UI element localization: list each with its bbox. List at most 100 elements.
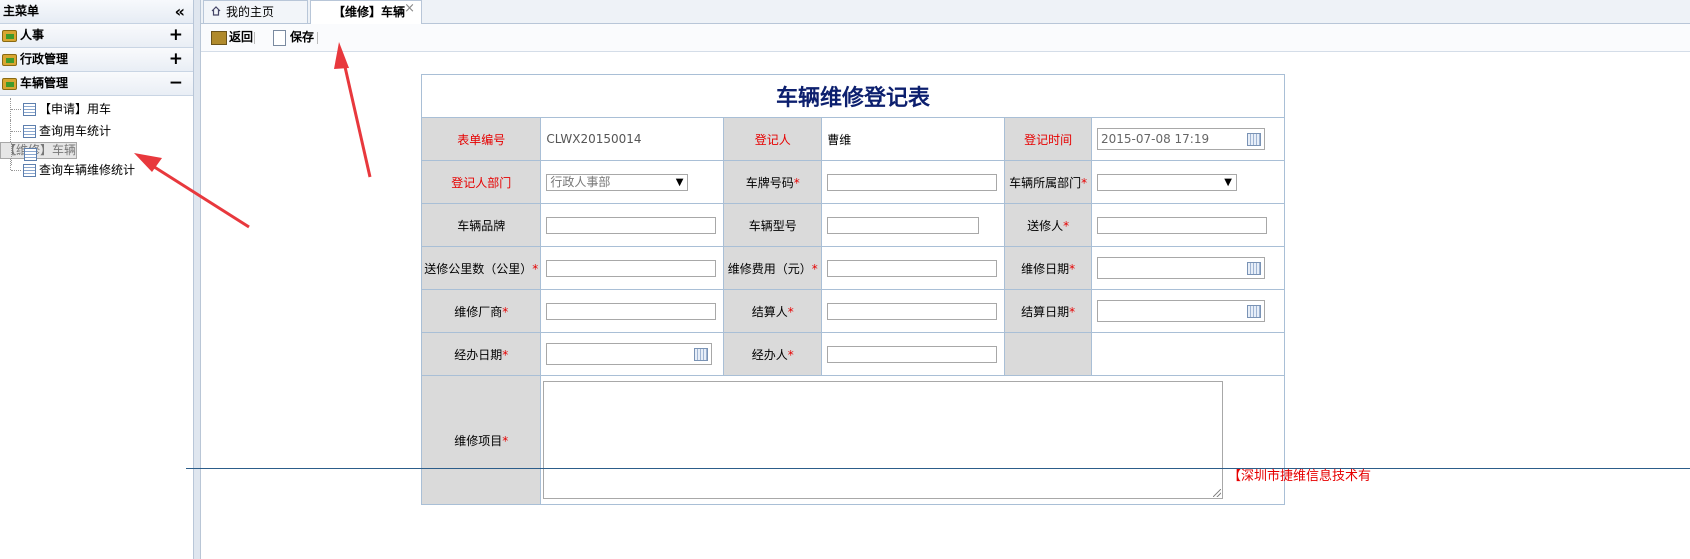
sender-label: 送修人 bbox=[1027, 218, 1064, 233]
repair-date-field[interactable] bbox=[1096, 257, 1265, 279]
tree-line bbox=[11, 170, 21, 171]
settle-date-field[interactable] bbox=[1096, 300, 1265, 322]
menu-group-personnel[interactable]: 人事 + bbox=[0, 24, 193, 48]
sidebar-splitter[interactable] bbox=[194, 0, 201, 559]
repair-date-label-cell: 维修日期* bbox=[1004, 246, 1092, 290]
required-mark: * bbox=[502, 433, 509, 448]
repair-vendor-label-cell: 维修厂商* bbox=[420, 289, 542, 333]
registrant-label: 登记人 bbox=[723, 117, 823, 161]
tab-label: 我的主页 bbox=[226, 5, 275, 19]
mileage-label: 送修公里数（公里） bbox=[424, 261, 533, 276]
table-icon bbox=[23, 164, 36, 177]
required-mark: * bbox=[1063, 218, 1070, 233]
sidebar: 主菜单 « 人事 + 行政管理 + 车辆管理 − 【申请】用车 查询用车统计 【… bbox=[0, 0, 194, 559]
dropdown-arrow-icon: ▼ bbox=[675, 176, 684, 188]
menu-item-repair-vehicle[interactable]: 【维修】车辆 bbox=[0, 142, 78, 165]
registrant-dept-cell: 行政人事部 ▼ bbox=[540, 160, 725, 204]
model-input[interactable] bbox=[827, 216, 980, 234]
sender-input[interactable] bbox=[1096, 216, 1267, 234]
plate-no-input[interactable] bbox=[827, 173, 998, 191]
sender-cell bbox=[1090, 203, 1286, 247]
reg-time-label: 登记时间 bbox=[1004, 117, 1092, 161]
footer-company: 【深圳市捷维信息技术有 bbox=[1228, 469, 1372, 484]
menu-item-apply-vehicle[interactable]: 【申请】用车 bbox=[0, 98, 193, 120]
calendar-icon[interactable] bbox=[1246, 262, 1261, 275]
resize-grip-icon[interactable] bbox=[1213, 489, 1222, 497]
required-mark: * bbox=[502, 304, 509, 319]
registrant-dept-select[interactable]: 行政人事部 ▼ bbox=[546, 173, 689, 191]
menu-group-label: 人事 bbox=[20, 28, 45, 42]
required-mark: * bbox=[1069, 261, 1076, 276]
folder-icon bbox=[2, 78, 17, 90]
close-icon[interactable]: × bbox=[404, 0, 415, 20]
save-button[interactable]: 保存 bbox=[273, 24, 314, 51]
reg-time-text: 2015-07-08 17:19 bbox=[1100, 132, 1210, 146]
expand-icon[interactable]: + bbox=[169, 24, 183, 47]
cost-cell bbox=[821, 246, 1006, 290]
settler-label-cell: 结算人* bbox=[723, 289, 823, 333]
repair-items-textarea[interactable] bbox=[543, 381, 1224, 499]
mileage-input[interactable] bbox=[546, 259, 717, 277]
tab-label: 【维修】车辆 bbox=[333, 5, 406, 19]
menu-item-query-usage[interactable]: 查询用车统计 bbox=[0, 120, 193, 142]
menu-item-label: 查询车辆维修统计 bbox=[39, 163, 136, 177]
repair-vendor-input[interactable] bbox=[546, 302, 717, 320]
menu-item-label: 【申请】用车 bbox=[39, 102, 112, 116]
tree-line bbox=[11, 109, 21, 110]
vehicle-dept-cell: ▼ bbox=[1090, 160, 1286, 204]
settler-cell bbox=[821, 289, 1006, 333]
collapse-icon[interactable]: − bbox=[169, 72, 183, 95]
tab-repair-vehicle[interactable]: 【维修】车辆 × bbox=[310, 0, 422, 24]
required-mark: * bbox=[532, 261, 539, 276]
handler-input[interactable] bbox=[827, 345, 998, 363]
vehicle-dept-select[interactable]: ▼ bbox=[1096, 173, 1237, 191]
plate-no-label-cell: 车牌号码* bbox=[723, 160, 823, 204]
settle-date-cell bbox=[1090, 289, 1286, 333]
required-mark: * bbox=[1081, 175, 1088, 190]
toolbar: 返回 保存 bbox=[201, 24, 1690, 52]
registrant-value: 曹维 bbox=[821, 117, 1006, 161]
vehicle-dept-label-cell: 车辆所属部门* bbox=[1004, 160, 1092, 204]
settle-date-label-cell: 结算日期* bbox=[1004, 289, 1092, 333]
handle-date-field[interactable] bbox=[546, 343, 713, 365]
cost-label-cell: 维修费用（元）* bbox=[723, 246, 823, 290]
table-icon bbox=[23, 103, 36, 116]
cost-input[interactable] bbox=[827, 259, 998, 277]
collapse-sidebar-icon[interactable]: « bbox=[175, 0, 185, 23]
menu-group-admin[interactable]: 行政管理 + bbox=[0, 48, 193, 72]
required-mark: * bbox=[502, 347, 509, 362]
sidebar-header: 主菜单 « bbox=[0, 0, 193, 24]
sender-label-cell: 送修人* bbox=[1004, 203, 1092, 247]
form-no-label: 表单编号 bbox=[420, 117, 542, 161]
calendar-icon[interactable] bbox=[1246, 305, 1261, 318]
brand-input[interactable] bbox=[546, 216, 717, 234]
dropdown-arrow-icon: ▼ bbox=[1224, 176, 1232, 188]
menu-group-label: 车辆管理 bbox=[20, 76, 69, 90]
menu-group-vehicle[interactable]: 车辆管理 − bbox=[0, 72, 193, 96]
settler-label: 结算人 bbox=[751, 304, 788, 319]
folder-icon bbox=[2, 54, 17, 66]
calendar-icon[interactable] bbox=[1246, 133, 1261, 146]
back-button[interactable]: 返回 bbox=[211, 24, 253, 51]
menu-item-query-repair[interactable]: 查询车辆维修统计 bbox=[0, 159, 193, 181]
expand-icon[interactable]: + bbox=[169, 48, 183, 71]
footer-divider bbox=[186, 468, 1690, 469]
tree-line bbox=[12, 154, 22, 155]
required-mark: * bbox=[1069, 304, 1076, 319]
model-label: 车辆型号 bbox=[723, 203, 823, 247]
form-title: 车辆维修登记表 bbox=[421, 74, 1285, 118]
tab-home[interactable]: 我的主页 bbox=[203, 0, 308, 23]
registrant-dept-text: 行政人事部 bbox=[550, 174, 611, 189]
brand-label: 车辆品牌 bbox=[420, 203, 542, 247]
repair-form-table: 车辆维修登记表 表单编号 CLWX20150014 登记人 曹维 登记时间 20… bbox=[420, 74, 1286, 505]
repair-form: 车辆维修登记表 表单编号 CLWX20150014 登记人 曹维 登记时间 20… bbox=[420, 74, 1286, 505]
calendar-icon[interactable] bbox=[694, 348, 709, 361]
reg-time-field[interactable]: 2015-07-08 17:19 bbox=[1096, 128, 1265, 150]
menu-group-label: 行政管理 bbox=[20, 52, 69, 66]
vehicle-menu-items: 【申请】用车 查询用车统计 【维修】车辆 查询车辆维修统计 bbox=[0, 96, 193, 181]
toolbar-separator bbox=[317, 32, 318, 44]
empty-label-cell bbox=[1004, 332, 1092, 376]
settler-input[interactable] bbox=[827, 302, 998, 320]
save-button-label: 保存 bbox=[290, 30, 315, 44]
form-no-text: CLWX20150014 bbox=[546, 132, 642, 146]
